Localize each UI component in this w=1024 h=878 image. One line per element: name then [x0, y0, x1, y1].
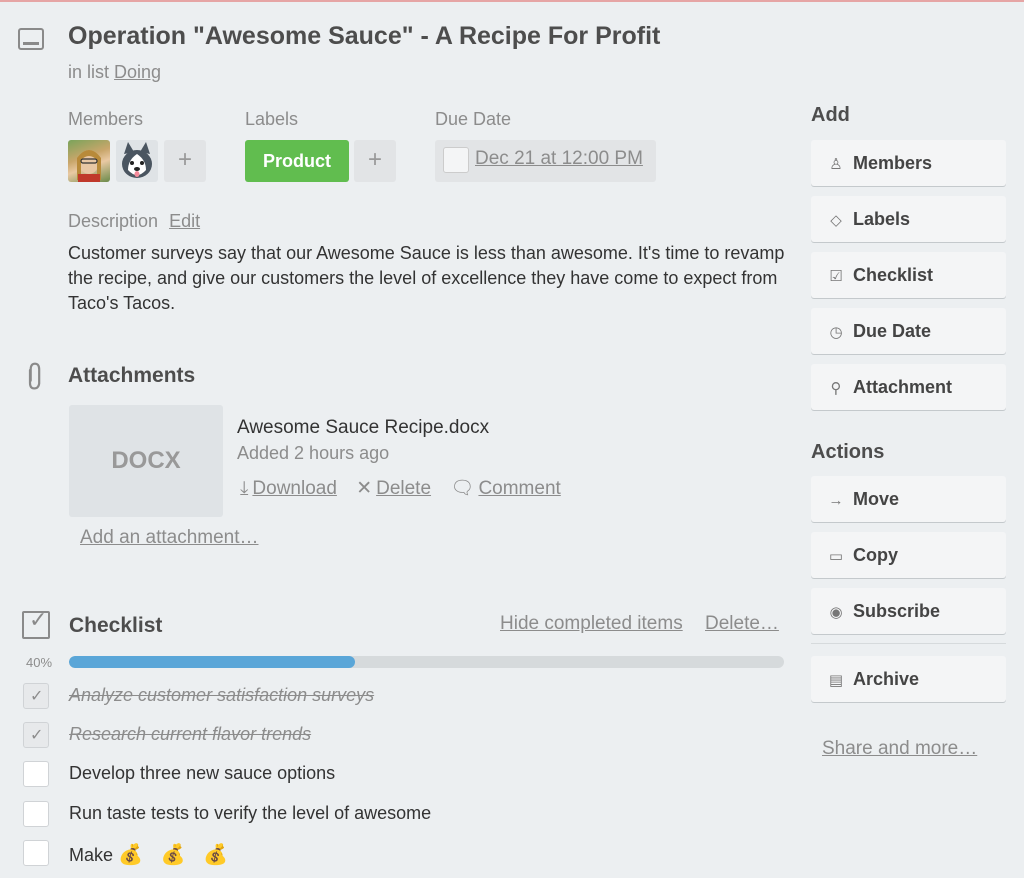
comment-action[interactable]: 🗨 Comment: [450, 478, 560, 499]
close-icon: ✕: [356, 478, 373, 499]
sidebar-divider: [811, 643, 1006, 644]
checklist-icon: [22, 607, 50, 639]
button-label: Move: [853, 489, 900, 509]
top-border: [0, 0, 1024, 2]
checklist-progress-fill: [69, 656, 355, 668]
checklist-item-text: Make: [69, 845, 114, 865]
card-title[interactable]: Operation "Awesome Sauce" - A Recipe For…: [68, 22, 660, 51]
button-label: Members: [853, 153, 933, 173]
checklist-item[interactable]: Analyze customer satisfaction surveys: [69, 685, 374, 706]
description-label: Description: [68, 211, 159, 231]
description-header: Description Edit: [68, 211, 200, 232]
paperclip-icon: [14, 355, 59, 400]
checklist-item[interactable]: Run taste tests to verify the level of a…: [69, 803, 431, 824]
labels-label: Labels: [245, 109, 299, 129]
add-attachment-button[interactable]: ⚲ Attachment: [811, 364, 1006, 410]
paperclip-icon: ⚲: [830, 380, 842, 397]
checklist-checkbox[interactable]: [23, 840, 49, 866]
description-edit-link[interactable]: Edit: [169, 211, 200, 231]
in-list-prefix: in list: [68, 62, 110, 82]
comment-icon: 🗨: [450, 478, 475, 499]
list-link[interactable]: Doing: [114, 62, 161, 82]
add-label-button[interactable]: +: [354, 140, 396, 182]
move-button[interactable]: → Move: [811, 476, 1006, 522]
checklist-title[interactable]: Checklist: [69, 614, 162, 638]
checklist-progress-bar: [69, 656, 784, 668]
copy-button[interactable]: ▭ Copy: [811, 532, 1006, 578]
delete-action[interactable]: ✕ Delete: [356, 478, 431, 499]
share-and-more-link[interactable]: Share and more…: [822, 738, 977, 760]
avatar[interactable]: [68, 140, 110, 182]
add-checklist-button[interactable]: ☑ Checklist: [811, 252, 1006, 298]
archive-icon: ▤: [828, 672, 844, 689]
checklist-item[interactable]: Research current flavor trends: [69, 724, 311, 745]
checklist-checkbox[interactable]: [23, 683, 49, 709]
attachment-added-time: Added 2 hours ago: [237, 443, 390, 463]
download-link[interactable]: Download: [252, 478, 337, 499]
comment-link[interactable]: Comment: [478, 478, 560, 499]
actions-heading: Actions: [811, 441, 885, 463]
card-icon: ▭: [828, 548, 844, 565]
subscribe-button[interactable]: ◉ Subscribe: [811, 588, 1006, 634]
checklist-checkbox[interactable]: [23, 722, 49, 748]
arrow-right-icon: →: [828, 492, 844, 509]
checklist-icon: ☑: [829, 268, 843, 285]
hide-completed-link[interactable]: Hide completed items: [500, 613, 683, 635]
due-date-value[interactable]: Dec 21 at 12:00 PM: [475, 148, 643, 170]
add-members-button[interactable]: ♙ Members: [811, 140, 1006, 186]
delete-checklist-link[interactable]: Delete…: [705, 613, 779, 635]
attachments-title: Attachments: [68, 364, 196, 387]
add-attachment-link[interactable]: Add an attachment…: [80, 527, 259, 549]
checklist-checkbox[interactable]: [23, 801, 49, 827]
add-member-button[interactable]: +: [164, 140, 206, 182]
archive-button[interactable]: ▤ Archive: [811, 656, 1006, 702]
button-label: Copy: [853, 545, 898, 565]
list-info: in list Doing: [68, 62, 161, 83]
attachment-name: Awesome Sauce Recipe.docx: [237, 417, 490, 438]
clock-icon: ◷: [829, 324, 843, 341]
button-label: Attachment: [853, 377, 953, 397]
checklist-percent: 40%: [26, 655, 53, 670]
add-heading: Add: [811, 104, 850, 126]
attachment-thumbnail[interactable]: DOCX: [69, 405, 223, 517]
download-action[interactable]: ⤓ Download: [240, 478, 337, 499]
button-label: Checklist: [853, 265, 934, 285]
tag-icon: ◇: [830, 212, 842, 229]
due-date-label: Due Date: [435, 109, 512, 129]
button-label: Labels: [853, 209, 911, 229]
members-label: Members: [68, 109, 144, 129]
checklist-item[interactable]: Make 💰 💰 💰: [69, 842, 234, 867]
checklist-item[interactable]: Develop three new sauce options: [69, 763, 335, 784]
button-label: Subscribe: [853, 601, 941, 621]
download-icon: ⤓: [240, 478, 249, 499]
person-icon: ♙: [829, 156, 843, 173]
label-product[interactable]: Product: [245, 140, 349, 182]
money-bag-icons: 💰 💰 💰: [118, 844, 234, 866]
add-due-date-button[interactable]: ◷ Due Date: [811, 308, 1006, 354]
attachment-actions: ⤓ Download ✕ Delete 🗨 Comment: [240, 476, 575, 500]
add-labels-button[interactable]: ◇ Labels: [811, 196, 1006, 242]
due-complete-checkbox[interactable]: [443, 147, 469, 173]
card-icon: [18, 28, 44, 50]
avatar[interactable]: [116, 140, 158, 182]
description-text[interactable]: Customer surveys say that our Awesome Sa…: [68, 241, 788, 316]
checklist-checkbox[interactable]: [23, 761, 49, 787]
eye-icon: ◉: [829, 604, 843, 621]
delete-link[interactable]: Delete: [376, 478, 431, 499]
button-label: Archive: [853, 669, 920, 689]
button-label: Due Date: [853, 321, 932, 341]
